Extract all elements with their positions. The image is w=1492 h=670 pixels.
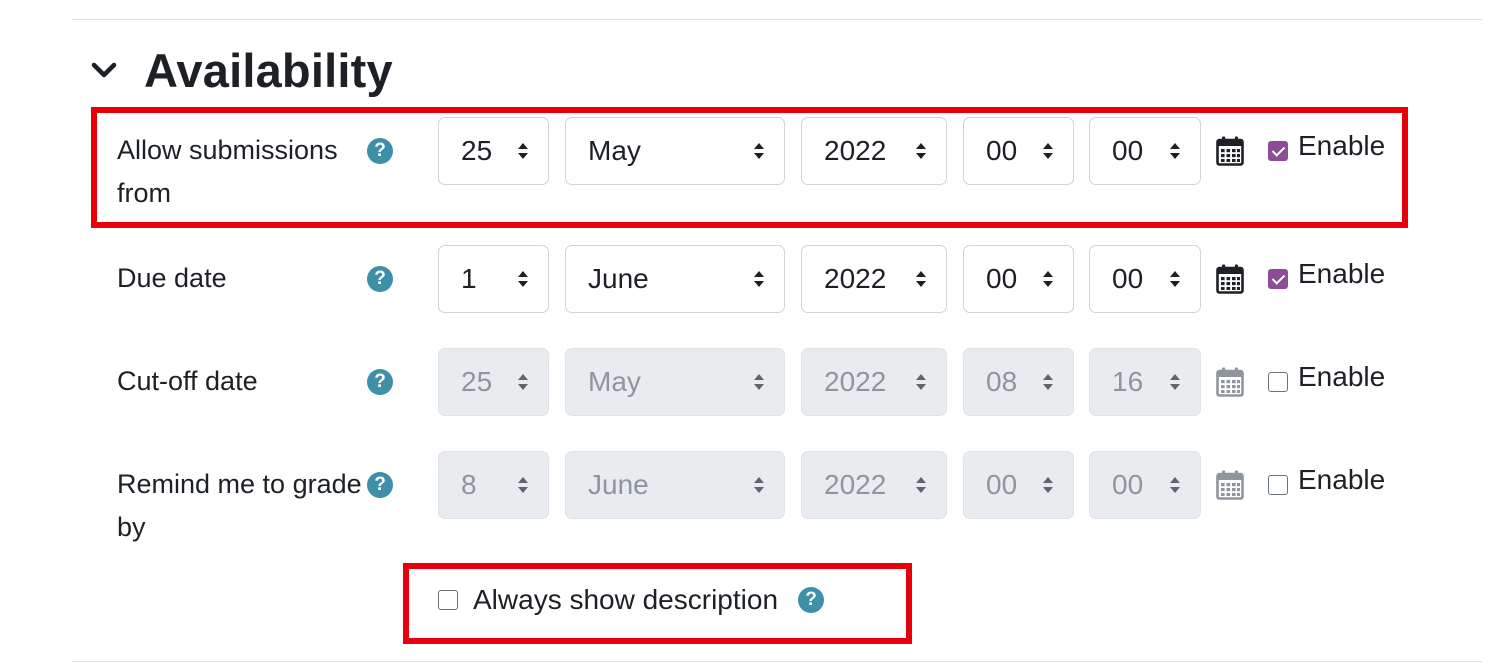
calendar-icon: [1216, 470, 1244, 500]
hour-select[interactable]: 00: [963, 245, 1074, 313]
highlight-box-always-show-description: [403, 563, 912, 644]
month-select: June: [565, 451, 785, 519]
field-label: Remind me to grade by: [117, 469, 362, 542]
enable-label: Enable: [1298, 258, 1386, 289]
select-caret-icon: [754, 271, 764, 287]
hour-select: 08: [963, 348, 1074, 416]
select-caret-icon: [1170, 271, 1180, 287]
minute-value: 00: [1112, 263, 1144, 294]
month-value: May: [588, 366, 641, 397]
minute-select: 00: [1089, 451, 1201, 519]
select-caret-icon: [518, 374, 528, 390]
select-caret-icon: [1043, 374, 1053, 390]
month-value: June: [588, 469, 649, 500]
enable-checkbox[interactable]: [1268, 475, 1288, 495]
help-icon[interactable]: ?: [367, 266, 393, 292]
hour-value: 08: [986, 366, 1018, 397]
day-value: 25: [461, 366, 493, 397]
select-caret-icon: [916, 477, 926, 493]
day-select: 8: [438, 451, 549, 519]
day-value: 1: [461, 263, 477, 294]
calendar-icon[interactable]: [1216, 264, 1244, 294]
select-caret-icon: [1043, 271, 1053, 287]
hour-value: 00: [986, 263, 1018, 294]
year-value: 2022: [824, 469, 887, 500]
select-caret-icon: [754, 477, 764, 493]
help-icon[interactable]: ?: [367, 472, 393, 498]
field-row-due-date: Due date ? 1 June 2022 00 00 Enable: [117, 245, 1397, 327]
hour-value: 00: [986, 469, 1018, 500]
enable-label: Enable: [1298, 464, 1386, 495]
minute-value: 16: [1112, 366, 1144, 397]
year-select: 2022: [801, 451, 947, 519]
month-select: May: [565, 348, 785, 416]
field-label: Cut-off date: [117, 366, 258, 396]
highlight-box-allow-submissions: [91, 107, 1408, 228]
enable-checkbox[interactable]: [1268, 269, 1288, 289]
minute-value: 00: [1112, 469, 1144, 500]
select-caret-icon: [1170, 374, 1180, 390]
top-divider: [72, 19, 1482, 20]
year-select[interactable]: 2022: [801, 245, 947, 313]
select-caret-icon: [916, 271, 926, 287]
field-row-cut-off-date: Cut-off date ? 25 May 2022 08 16 Enable: [117, 348, 1397, 430]
field-label: Due date: [117, 263, 227, 293]
hour-select: 00: [963, 451, 1074, 519]
help-icon[interactable]: ?: [367, 369, 393, 395]
calendar-icon: [1216, 367, 1244, 397]
month-select[interactable]: June: [565, 245, 785, 313]
year-select: 2022: [801, 348, 947, 416]
section-header[interactable]: Availability: [84, 40, 393, 100]
day-select[interactable]: 1: [438, 245, 549, 313]
select-caret-icon: [1170, 477, 1180, 493]
select-caret-icon: [754, 374, 764, 390]
bottom-divider: [72, 661, 1482, 662]
month-value: June: [588, 263, 649, 294]
enable-checkbox[interactable]: [1268, 372, 1288, 392]
select-caret-icon: [518, 477, 528, 493]
minute-select: 16: [1089, 348, 1201, 416]
select-caret-icon: [916, 374, 926, 390]
minute-select[interactable]: 00: [1089, 245, 1201, 313]
chevron-down-icon[interactable]: [84, 50, 124, 90]
year-value: 2022: [824, 263, 887, 294]
select-caret-icon: [1043, 477, 1053, 493]
day-select: 25: [438, 348, 549, 416]
field-row-remind-me-to-grade-by: Remind me to grade by ? 8 June 2022 00 0…: [117, 451, 1397, 553]
section-title: Availability: [144, 43, 393, 97]
select-caret-icon: [518, 271, 528, 287]
day-value: 8: [461, 469, 477, 500]
enable-label: Enable: [1298, 361, 1386, 392]
year-value: 2022: [824, 366, 887, 397]
